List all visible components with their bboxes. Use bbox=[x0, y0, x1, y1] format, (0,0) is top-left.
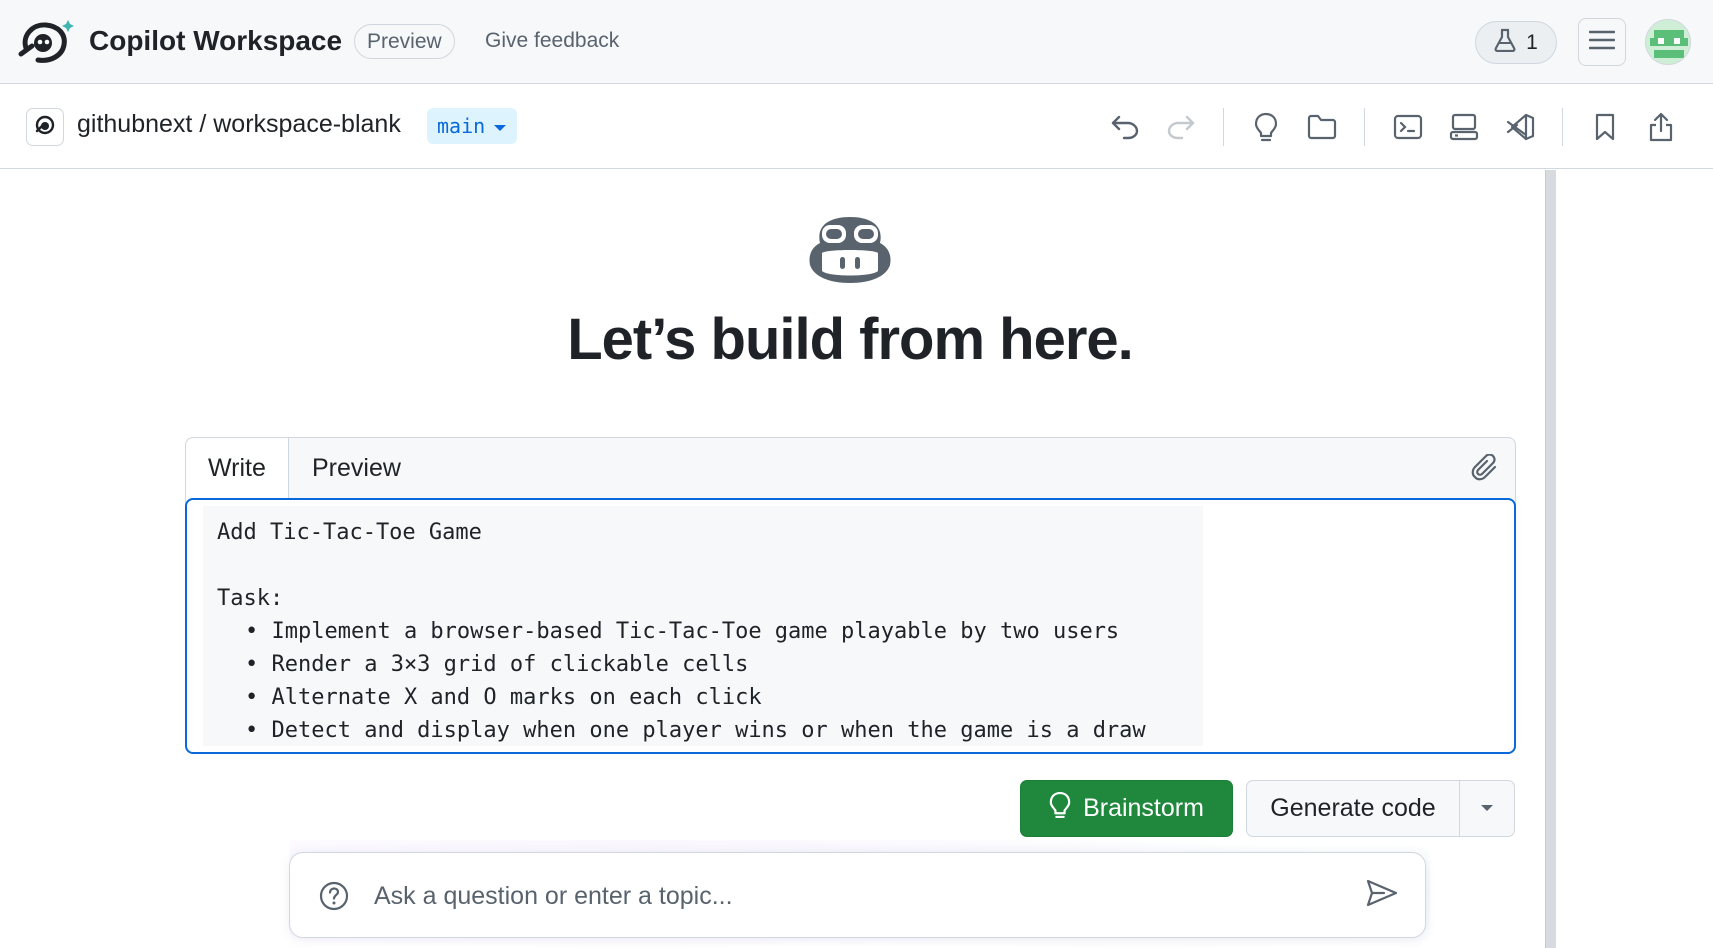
bookmark-icon[interactable] bbox=[1587, 109, 1623, 145]
toolbar-divider bbox=[1223, 108, 1224, 146]
task-bullet: • Render a 3×3 grid of clickable cells bbox=[245, 652, 749, 677]
repo-breadcrumb: githubnext / workspace-blank bbox=[77, 110, 401, 139]
app-header: Copilot Workspace Preview Give feedback … bbox=[0, 0, 1713, 84]
task-line-title: Add Tic-Tac-Toe Game bbox=[217, 520, 482, 545]
terminal-icon[interactable] bbox=[1390, 109, 1426, 145]
user-avatar[interactable] bbox=[1645, 19, 1691, 65]
task-line-blank bbox=[217, 549, 1203, 582]
hamburger-icon bbox=[1588, 29, 1616, 56]
folder-icon[interactable] bbox=[1304, 109, 1340, 145]
tab-write[interactable]: Write bbox=[186, 438, 289, 500]
copilot-workspace-logo-icon[interactable] bbox=[18, 18, 76, 66]
branch-name: main bbox=[437, 114, 486, 138]
task-bullet: • Implement a browser-based Tic-Tac-Toe … bbox=[245, 619, 1120, 644]
share-icon[interactable] bbox=[1643, 109, 1679, 145]
task-bullet: • Detect and display when one player win… bbox=[245, 718, 1146, 743]
send-icon[interactable] bbox=[1365, 878, 1401, 914]
app-title[interactable]: Copilot Workspace bbox=[89, 25, 342, 57]
branch-selector[interactable]: main bbox=[427, 108, 518, 144]
menu-button[interactable] bbox=[1578, 18, 1626, 66]
task-editor: Write Preview Add Tic-Tac-Toe Game Task:… bbox=[185, 437, 1516, 754]
labs-button[interactable]: 1 bbox=[1475, 21, 1557, 64]
codespace-icon[interactable] bbox=[1446, 109, 1482, 145]
preview-badge: Preview bbox=[354, 24, 455, 59]
question-icon[interactable] bbox=[318, 880, 350, 912]
vscode-icon[interactable] bbox=[1502, 109, 1538, 145]
task-line-heading: Task: bbox=[217, 586, 284, 611]
ask-input[interactable] bbox=[374, 875, 1334, 917]
breadcrumb-separator: / bbox=[199, 110, 207, 138]
repo-name-link[interactable]: workspace-blank bbox=[213, 110, 401, 138]
brainstorm-label: Brainstorm bbox=[1083, 794, 1204, 822]
generate-options-button[interactable] bbox=[1459, 780, 1515, 837]
beaker-icon bbox=[1494, 28, 1516, 58]
give-feedback-link[interactable]: Give feedback bbox=[485, 29, 619, 53]
right-panel bbox=[1556, 170, 1713, 948]
labs-count: 1 bbox=[1526, 30, 1538, 54]
page-headline: Let’s build from here. bbox=[567, 307, 1134, 372]
repository-toolbar: githubnext / workspace-blank main bbox=[0, 84, 1713, 169]
caret-down-icon bbox=[493, 114, 507, 138]
paperclip-icon[interactable] bbox=[1471, 453, 1501, 484]
task-text: Add Tic-Tac-Toe Game Task: • Implement a … bbox=[203, 506, 1203, 746]
toolbar-divider bbox=[1364, 108, 1365, 146]
generate-code-button[interactable]: Generate code bbox=[1246, 780, 1460, 837]
undo-icon[interactable] bbox=[1107, 109, 1143, 145]
toolbar-divider bbox=[1562, 108, 1563, 146]
lightbulb-icon bbox=[1049, 790, 1071, 827]
lightbulb-icon[interactable] bbox=[1248, 109, 1284, 145]
copilot-icon bbox=[806, 213, 894, 285]
task-textarea[interactable]: Add Tic-Tac-Toe Game Task: • Implement a … bbox=[185, 498, 1516, 754]
brainstorm-button[interactable]: Brainstorm bbox=[1020, 780, 1233, 837]
caret-down-icon bbox=[1479, 800, 1495, 818]
ask-box bbox=[289, 852, 1426, 938]
repo-owner-avatar[interactable] bbox=[26, 108, 64, 146]
tab-preview[interactable]: Preview bbox=[290, 438, 423, 498]
main-scrollbar[interactable] bbox=[1545, 170, 1556, 948]
task-bullet: • Alternate X and O marks on each click bbox=[245, 685, 762, 710]
repo-owner-link[interactable]: githubnext bbox=[77, 110, 192, 138]
github-next-logo-icon bbox=[33, 113, 57, 142]
redo-icon[interactable] bbox=[1163, 109, 1199, 145]
generate-code-label: Generate code bbox=[1270, 794, 1436, 822]
